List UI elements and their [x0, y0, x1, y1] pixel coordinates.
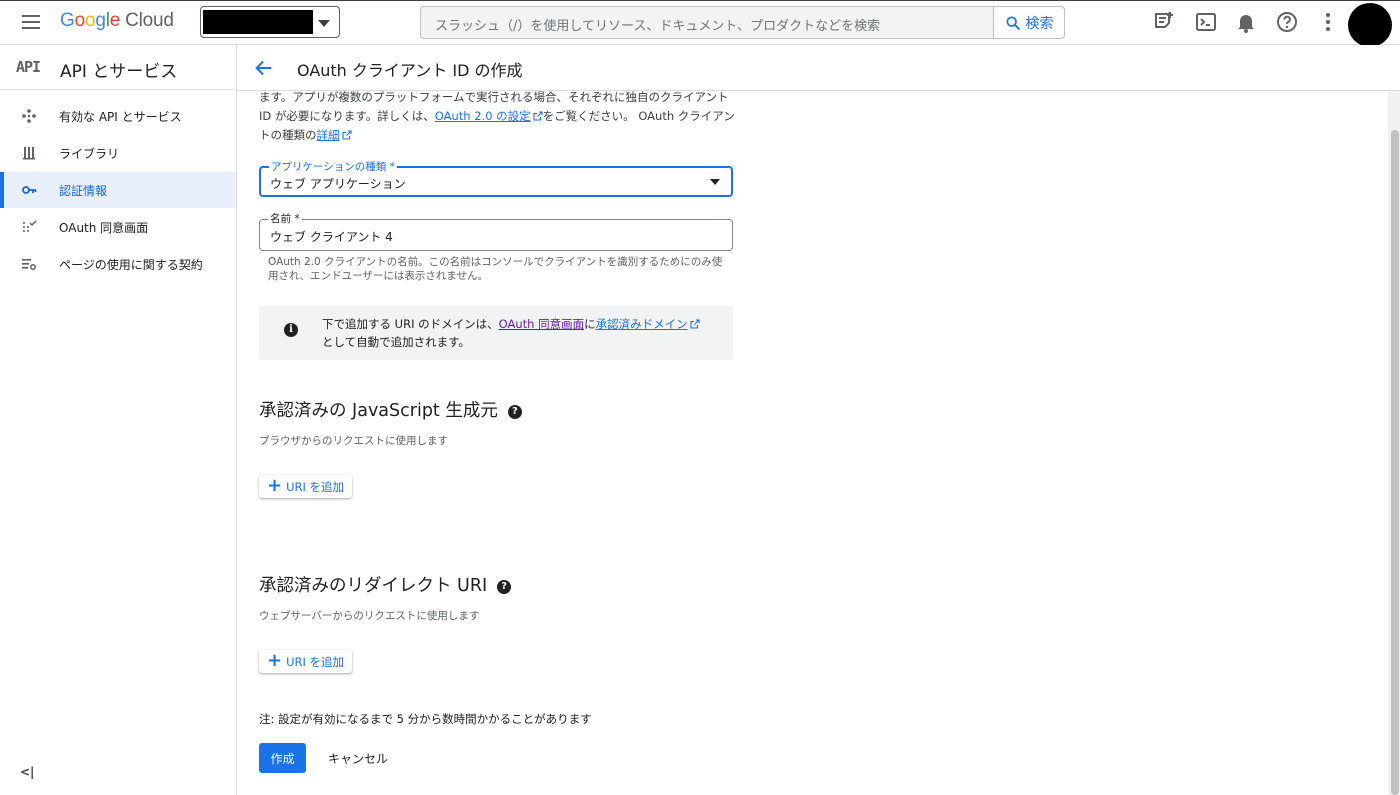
- api-logo-icon: API: [16, 58, 41, 76]
- search-placeholder: スラッシュ（/）を使用してリソース、ドキュメント、プロダクトなどを検索: [435, 19, 881, 34]
- search-input[interactable]: スラッシュ（/）を使用してリソース、ドキュメント、プロダクトなどを検索: [420, 6, 1065, 39]
- add-js-origin-uri-button[interactable]: + URI を追加: [259, 475, 352, 498]
- sidebar-item-label: 認証情報: [59, 184, 108, 198]
- help-icon[interactable]: ?: [507, 405, 522, 419]
- redirect-uris-title: 承認済みのリダイレクト URI: [259, 576, 488, 596]
- key-icon: [22, 186, 37, 194]
- name-value: ウェブ クライアント 4: [270, 230, 393, 244]
- help-icon[interactable]: [1275, 10, 1299, 34]
- page-header: OAuth クライアント ID の作成: [237, 45, 1400, 91]
- redirect-uris-heading: 承認済みのリダイレクト URI?: [259, 572, 512, 597]
- sidebar-item-label: 有効な API とサービス: [59, 110, 182, 124]
- js-origins-title: 承認済みの JavaScript 生成元: [259, 401, 498, 421]
- application-type-value: ウェブ アプリケーション: [270, 177, 406, 191]
- authorized-domains-link[interactable]: 承認済みドメイン: [596, 317, 688, 331]
- propagation-note: 注: 設定が有効になるまで 5 分から数時間かかることがあります: [259, 712, 592, 726]
- intro-text: ます。アプリが複数のプラットフォームで実行される場合、それぞれに独自のクライアン…: [259, 88, 737, 145]
- plus-icon: +: [266, 474, 283, 496]
- bell-icon[interactable]: [1234, 10, 1258, 34]
- consent-icon: [23, 220, 37, 232]
- oauth-consent-screen-link[interactable]: OAuth 同意画面: [499, 317, 584, 331]
- cancel-button[interactable]: キャンセル: [320, 743, 396, 773]
- plus-icon: +: [266, 649, 283, 671]
- top-bar: Google Cloud スラッシュ（/）を使用してリソース、ドキュメント、プロダ…: [0, 0, 1400, 47]
- application-type-label: アプリケーションの種類 *: [269, 159, 397, 174]
- google-cloud-logo[interactable]: Google Cloud: [60, 10, 174, 32]
- info-box: i 下で追加する URI のドメインは、OAuth 同意画面に承認済みドメインと…: [259, 306, 733, 360]
- js-origins-heading: 承認済みの JavaScript 生成元?: [259, 397, 522, 422]
- scrollbar-thumb[interactable]: [1391, 130, 1399, 795]
- add-uri-label: URI を追加: [286, 479, 345, 494]
- sidebar-item-enabled-apis[interactable]: 有効な API とサービス: [0, 98, 236, 134]
- create-button[interactable]: 作成: [259, 743, 306, 773]
- application-type-select[interactable]: アプリケーションの種類 * ウェブ アプリケーション: [259, 159, 733, 197]
- project-picker[interactable]: [200, 6, 340, 38]
- info-text-part3: として自動で追加されます。: [322, 335, 471, 349]
- client-types-details-link[interactable]: 詳細: [317, 128, 340, 142]
- search-button-label: 検索: [1025, 15, 1054, 32]
- back-arrow-icon[interactable]: [253, 57, 275, 79]
- sidebar-item-oauth-consent[interactable]: OAuth 同意画面: [0, 209, 236, 245]
- chevron-down-icon: [318, 20, 330, 27]
- add-uri-label: URI を追加: [286, 654, 345, 669]
- external-link-icon: [690, 319, 700, 329]
- terminal-icon[interactable]: [1194, 10, 1218, 34]
- sidebar-header: API API とサービス: [0, 45, 236, 90]
- oauth-settings-link[interactable]: OAuth 2.0 の設定: [435, 109, 531, 123]
- search-button[interactable]: 検索: [993, 6, 1065, 39]
- sidebar-item-library[interactable]: ライブラリ: [0, 135, 236, 171]
- library-icon: [23, 147, 35, 160]
- project-name-redacted: [203, 10, 313, 34]
- sidebar-item-label: ページの使用に関する契約: [59, 258, 203, 272]
- settings-list-icon: [22, 259, 36, 270]
- help-icon[interactable]: ?: [497, 580, 512, 594]
- add-redirect-uri-button[interactable]: + URI を追加: [259, 650, 352, 673]
- sidebar-item-label: OAuth 同意画面: [59, 221, 149, 235]
- more-vert-icon[interactable]: [1316, 10, 1340, 34]
- external-link-icon: [533, 111, 543, 121]
- name-hint: OAuth 2.0 クライアントの名前。この名前はコンソールでクライアントを識別…: [268, 256, 723, 282]
- collapse-sidebar-icon[interactable]: <|: [20, 765, 34, 779]
- info-text-part1: 下で追加する URI のドメインは、: [322, 317, 499, 331]
- sidebar: API API とサービス 有効な API とサービス ライブラリ 認証情報 O…: [0, 45, 237, 795]
- name-label: 名前 *: [268, 211, 302, 226]
- external-link-icon: [341, 130, 352, 140]
- js-origins-description: ブラウザからのリクエストに使用します: [259, 435, 448, 447]
- notes-icon[interactable]: [1152, 10, 1176, 34]
- menu-icon[interactable]: [20, 13, 42, 31]
- sidebar-item-label: ライブラリ: [59, 147, 120, 161]
- name-field[interactable]: 名前 * ウェブ クライアント 4: [259, 211, 733, 251]
- sidebar-item-credentials[interactable]: 認証情報: [0, 172, 236, 208]
- info-text: 下で追加する URI のドメインは、OAuth 同意画面に承認済みドメインとして…: [322, 315, 722, 351]
- apps-move-icon: [22, 109, 36, 123]
- page-title: OAuth クライアント ID の作成: [297, 61, 523, 80]
- dropdown-arrow-icon: [710, 179, 720, 185]
- info-text-part2: に: [584, 317, 596, 331]
- search-icon: [1005, 15, 1020, 30]
- avatar[interactable]: [1348, 3, 1392, 47]
- sidebar-item-page-usage-agreements[interactable]: ページの使用に関する契約: [0, 246, 236, 282]
- info-icon: i: [284, 323, 298, 337]
- redirect-uris-description: ウェブサーバーからのリクエストに使用します: [259, 610, 480, 622]
- sidebar-title: API とサービス: [60, 62, 178, 82]
